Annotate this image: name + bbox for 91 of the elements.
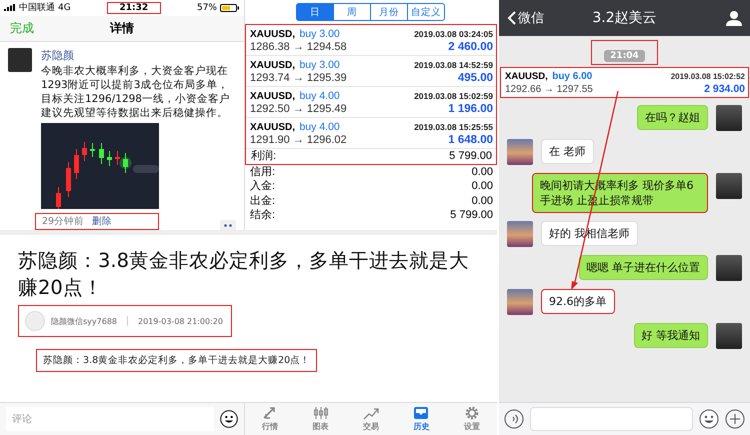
- article-author: 隐颜微信syy7688: [51, 316, 117, 326]
- summary-label: 出金:: [250, 194, 276, 208]
- plus-icon[interactable]: [725, 409, 745, 429]
- message-bubble: 好 等我通知: [634, 323, 708, 348]
- summary-label: 利润:: [251, 149, 276, 164]
- avatar-photo: [716, 323, 742, 349]
- summary-value: 0.00: [472, 179, 493, 194]
- chat-title: 3.2赵美云: [592, 9, 657, 27]
- article-quote: 苏隐颜：3.8黄金非农必定利多，多单干进去就是大赚20点！: [36, 349, 318, 372]
- voice-icon[interactable]: [504, 409, 524, 429]
- summary-value: 5 799.00: [449, 149, 492, 164]
- dots-icon: [224, 224, 232, 226]
- chart-icon: [312, 406, 329, 420]
- more-button[interactable]: [220, 220, 236, 230]
- trade-time: 2019.03.08 15:25:55: [414, 121, 493, 134]
- battery-percent: 57%: [196, 2, 217, 13]
- trade-prices: 1293.74 → 1295.39: [250, 72, 347, 85]
- summary-label: 入金:: [250, 179, 276, 194]
- person-icon[interactable]: [726, 10, 742, 26]
- period-tab[interactable]: 周: [333, 3, 371, 21]
- avatar-photo: [716, 255, 742, 281]
- trade-profit: 2 934.00: [704, 83, 745, 95]
- delete-link[interactable]: 删除: [92, 215, 112, 228]
- trade-symbol: XAUUSD,: [250, 60, 296, 71]
- trade-profit: 495.00: [458, 72, 493, 85]
- message-input[interactable]: [530, 407, 693, 431]
- chat-timestamp: 21:04: [604, 50, 645, 62]
- trade-time: 2019.03.08 14:52:59: [414, 59, 493, 72]
- article-title: 苏隐颜：3.8黄金非农必定利多，多单干进去就是大赚20点！: [18, 248, 470, 301]
- trade-profit: 1 196.00: [448, 103, 493, 116]
- message-bubble: 92.6的多单: [541, 289, 614, 314]
- trade-prices: 1292.50 → 1295.49: [250, 103, 347, 116]
- comment-field[interactable]: 评论: [6, 407, 214, 431]
- settings-icon: [464, 406, 480, 420]
- clock-time: 21:32: [106, 2, 162, 14]
- summary-value: 0.00: [472, 164, 493, 179]
- author-name[interactable]: 苏隐颜: [41, 48, 236, 63]
- trade-symbol: XAUUSD,: [505, 71, 548, 82]
- trade-symbol: XAUUSD,: [250, 91, 296, 102]
- avatar-photo: [716, 105, 742, 131]
- trade-symbol: XAUUSD,: [250, 122, 296, 133]
- nav-tab[interactable]: 历史: [396, 403, 447, 435]
- period-tab[interactable]: 月份: [370, 3, 408, 21]
- back-link[interactable]: 微信: [507, 9, 544, 27]
- avatar-photo: [716, 173, 742, 199]
- signal-icon: [4, 4, 16, 12]
- summary-value: 0.00: [472, 194, 493, 208]
- trade-time: 2019.03.08 15:02:52: [670, 71, 745, 83]
- trade-side: buy 4.00: [299, 90, 340, 102]
- trade-side: buy 4.00: [299, 121, 340, 133]
- back-chevron-icon: [507, 11, 516, 25]
- nav-tab[interactable]: 图表: [295, 403, 346, 435]
- time-ago: 29分钟前: [42, 215, 84, 228]
- emoji-icon[interactable]: [699, 409, 719, 429]
- article-date: 2019-03-08 21:00:20: [138, 316, 223, 326]
- nav-tab[interactable]: 设置: [446, 403, 498, 435]
- emoji-icon[interactable]: [220, 410, 238, 428]
- trade-time: 2019.03.08 03:24:05: [414, 28, 493, 41]
- trade-side: buy 3.00: [299, 59, 340, 71]
- nav-tab[interactable]: 行情: [245, 403, 296, 435]
- trade-prices: 1291.90 → 1296.02: [250, 134, 347, 147]
- summary-label: 信用:: [250, 164, 276, 179]
- message-bubble: 嗯嗯 单子进在什么位置: [578, 255, 708, 280]
- message-bubble: 在 老师: [541, 139, 594, 164]
- trade-prices: 1292.66 → 1297.55: [505, 84, 593, 96]
- trade-icon: [363, 406, 380, 420]
- post-text: 今晚非农大概率利多，大资金客户现在1293附近可以提前3成仓位布局多单，目标关注1296/1298一线，小资金客户建议先观望等待数据出来后稳健操作。: [41, 64, 231, 120]
- summary-value: 5 799.00: [450, 208, 493, 222]
- battery-icon: [220, 4, 240, 12]
- trade-side: buy 3.00: [299, 28, 340, 40]
- period-tab[interactable]: 日: [296, 3, 334, 21]
- done-button[interactable]: 完成: [10, 20, 34, 37]
- avatar-photo: [507, 221, 533, 247]
- carrier-name: 中国联通: [19, 2, 55, 14]
- summary-label: 结余:: [250, 208, 276, 222]
- nav-title: 详情: [110, 20, 134, 37]
- network-type: 4G: [58, 2, 71, 13]
- trade-profit: 1 648.00: [448, 134, 493, 147]
- trade-time: 2019.03.08 15:02:59: [414, 90, 493, 103]
- avatar-photo: [507, 139, 533, 165]
- period-tab[interactable]: 自定义: [407, 3, 445, 21]
- avatar-photo: [507, 289, 533, 315]
- history-icon: [413, 406, 430, 420]
- trade-side: buy 6.00: [552, 71, 592, 82]
- message-bubble: 在吗？赵姐: [637, 105, 708, 130]
- avatar-placeholder: [25, 311, 45, 331]
- nav-tab[interactable]: 交易: [346, 403, 396, 435]
- trade-symbol: XAUUSD,: [250, 29, 296, 40]
- trade-prices: 1286.38 → 1294.58: [250, 41, 347, 54]
- trade-profit: 2 460.00: [448, 41, 493, 54]
- avatar-photo: [8, 48, 32, 72]
